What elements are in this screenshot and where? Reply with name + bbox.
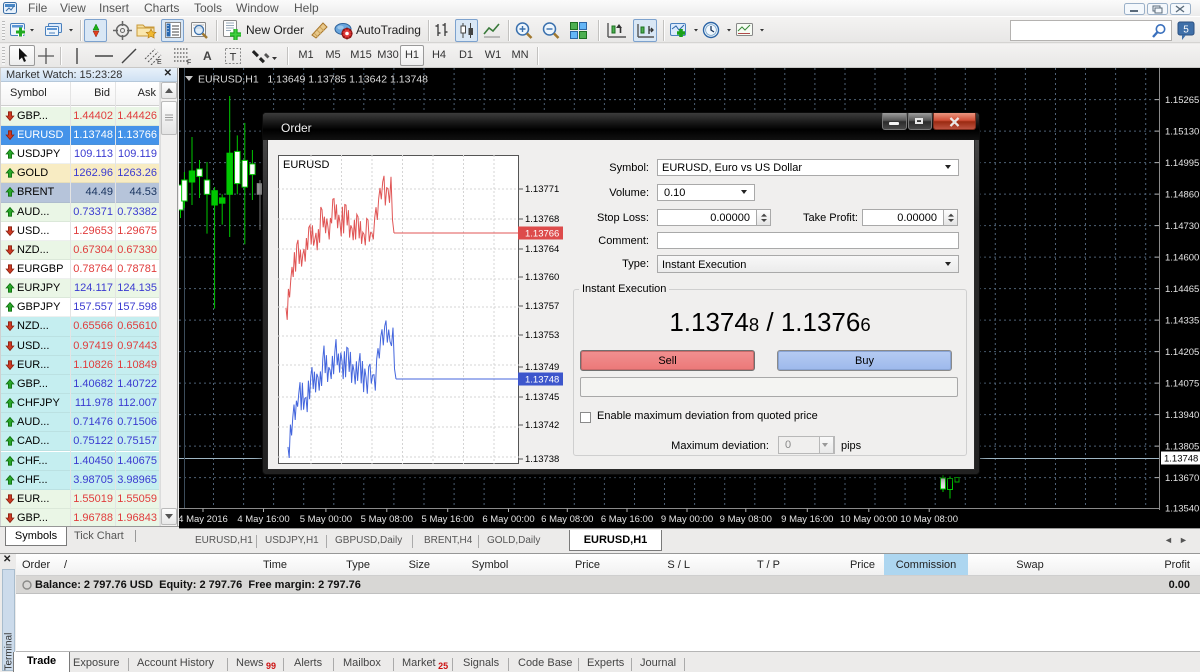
svg-text:T: T: [230, 52, 237, 64]
svg-text:1.14730: 1.14730: [1165, 221, 1199, 232]
svg-text:1.13764: 1.13764: [525, 244, 559, 255]
svg-text:1.13766: 1.13766: [525, 229, 559, 240]
svg-text:1.13748: 1.13748: [1164, 454, 1198, 465]
svg-text:1.13540: 1.13540: [1165, 504, 1199, 515]
svg-text:5 May 16:00: 5 May 16:00: [422, 514, 474, 525]
svg-text:1.13940: 1.13940: [1165, 410, 1199, 421]
svg-text:F: F: [187, 60, 191, 66]
svg-text:4 May 2016: 4 May 2016: [179, 514, 228, 525]
svg-text:1.13760: 1.13760: [525, 272, 559, 283]
svg-text:EURUSD,H1 1.13649 1.13785 1.: EURUSD,H1 1.13649 1.13785 1.13642 1.1374…: [198, 74, 428, 86]
svg-text:6 May 00:00: 6 May 00:00: [482, 514, 534, 525]
svg-text:EURUSD: EURUSD: [283, 159, 330, 171]
svg-text:1.13771: 1.13771: [525, 184, 559, 195]
svg-text:1.13748: 1.13748: [525, 375, 559, 386]
svg-text:1.14205: 1.14205: [1165, 347, 1199, 358]
svg-text:5 May 08:00: 5 May 08:00: [361, 514, 413, 525]
svg-text:1.13670: 1.13670: [1165, 473, 1199, 484]
svg-text:1.13745: 1.13745: [525, 392, 559, 403]
svg-text:1.13749: 1.13749: [525, 362, 559, 373]
svg-text:1.13753: 1.13753: [525, 330, 559, 341]
svg-text:6 May 16:00: 6 May 16:00: [601, 514, 653, 525]
svg-text:6 May 08:00: 6 May 08:00: [541, 514, 593, 525]
svg-text:9 May 08:00: 9 May 08:00: [720, 514, 772, 525]
svg-text:1.14335: 1.14335: [1165, 315, 1199, 326]
svg-text:5: 5: [1183, 25, 1189, 36]
svg-text:1.14995: 1.14995: [1165, 158, 1199, 169]
svg-text:5 May 00:00: 5 May 00:00: [300, 514, 352, 525]
svg-text:1.14075: 1.14075: [1165, 378, 1199, 389]
svg-text:1.14860: 1.14860: [1165, 189, 1199, 200]
svg-text:1.13738: 1.13738: [525, 454, 559, 465]
svg-text:E: E: [157, 59, 162, 65]
svg-text:1.13742: 1.13742: [525, 420, 559, 431]
svg-text:1.15265: 1.15265: [1165, 95, 1199, 106]
svg-text:4 May 16:00: 4 May 16:00: [237, 514, 289, 525]
svg-text:10 May 00:00: 10 May 00:00: [840, 514, 898, 525]
svg-text:1.13768: 1.13768: [525, 214, 559, 225]
svg-text:1.14465: 1.14465: [1165, 284, 1199, 295]
svg-text:1.13757: 1.13757: [525, 301, 559, 312]
svg-text:10 May 08:00: 10 May 08:00: [900, 514, 958, 525]
svg-text:1.14600: 1.14600: [1165, 252, 1199, 263]
svg-text:1.13805: 1.13805: [1165, 441, 1199, 452]
svg-text:9 May 16:00: 9 May 16:00: [781, 514, 833, 525]
svg-text:9 May 00:00: 9 May 00:00: [661, 514, 713, 525]
svg-text:1.15130: 1.15130: [1165, 126, 1199, 137]
